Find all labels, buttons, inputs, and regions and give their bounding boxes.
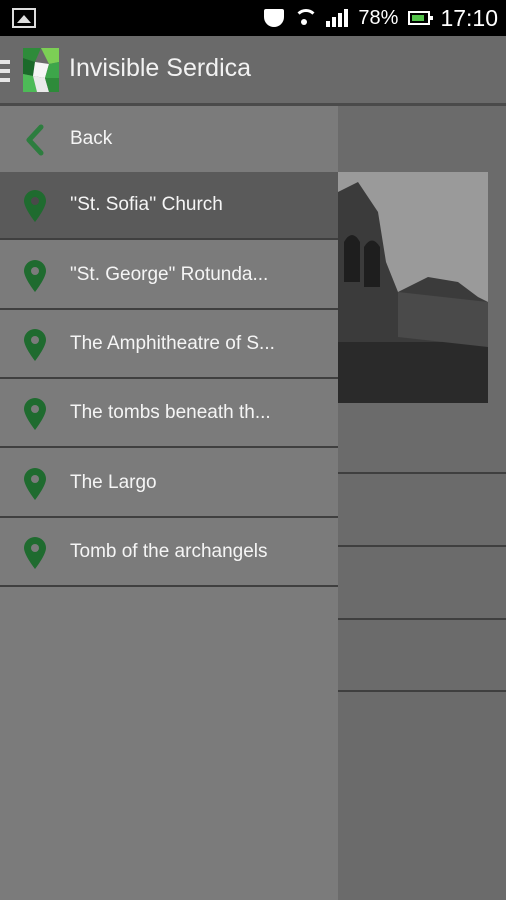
back-label: Back <box>70 128 113 149</box>
app-title: Invisible Serdica <box>69 54 252 82</box>
clock: 17:10 <box>440 4 498 31</box>
drawer-item-label: The tombs beneath th... <box>70 402 271 423</box>
map-pin-icon <box>24 398 46 430</box>
divider <box>338 690 506 692</box>
drawer-item-label: "St. George" Rotunda... <box>70 264 269 285</box>
status-icons: 78% 17:10 <box>264 0 498 36</box>
app-bar: Invisible Serdica <box>0 36 506 106</box>
wifi-icon <box>294 9 319 27</box>
divider <box>338 545 506 547</box>
drawer-item-tombs[interactable]: The tombs beneath th... <box>0 380 338 448</box>
drawer-item-st-george[interactable]: "St. George" Rotunda... <box>0 242 338 310</box>
signal-icon <box>326 9 349 27</box>
menu-icon[interactable] <box>0 60 10 82</box>
drawer-item-label: The Amphitheatre of S... <box>70 333 275 354</box>
navigation-drawer: Back ''St. Sofia'' Church "St. George" R… <box>0 106 338 900</box>
chevron-left-icon <box>26 124 44 156</box>
battery-percent: 78% <box>358 6 399 29</box>
drawer-item-largo[interactable]: The Largo <box>0 450 338 518</box>
app-logo-icon[interactable] <box>23 48 59 92</box>
map-pin-icon <box>24 329 46 361</box>
drawer-item-label: The Largo <box>70 472 157 493</box>
map-pin-icon <box>24 468 46 500</box>
status-bar: 78% 17:10 <box>0 0 506 36</box>
drawer-item-label: Tomb of the archangels <box>70 541 268 562</box>
back-item[interactable]: Back <box>0 106 338 174</box>
battery-icon <box>408 11 434 25</box>
divider <box>338 618 506 620</box>
church-photo <box>338 172 488 403</box>
drawer-item-amphitheatre[interactable]: The Amphitheatre of S... <box>0 311 338 379</box>
map-pin-icon <box>24 537 46 569</box>
divider <box>338 472 506 474</box>
drawer-item-archangels[interactable]: Tomb of the archangels <box>0 519 338 587</box>
gallery-icon <box>12 8 36 28</box>
map-pin-icon <box>24 190 46 222</box>
map-pin-icon <box>24 260 46 292</box>
drawer-item-label: ''St. Sofia'' Church <box>70 194 223 215</box>
drawer-item-st-sofia[interactable]: ''St. Sofia'' Church <box>0 172 338 240</box>
content-area <box>338 106 506 900</box>
shield-icon <box>264 9 285 27</box>
